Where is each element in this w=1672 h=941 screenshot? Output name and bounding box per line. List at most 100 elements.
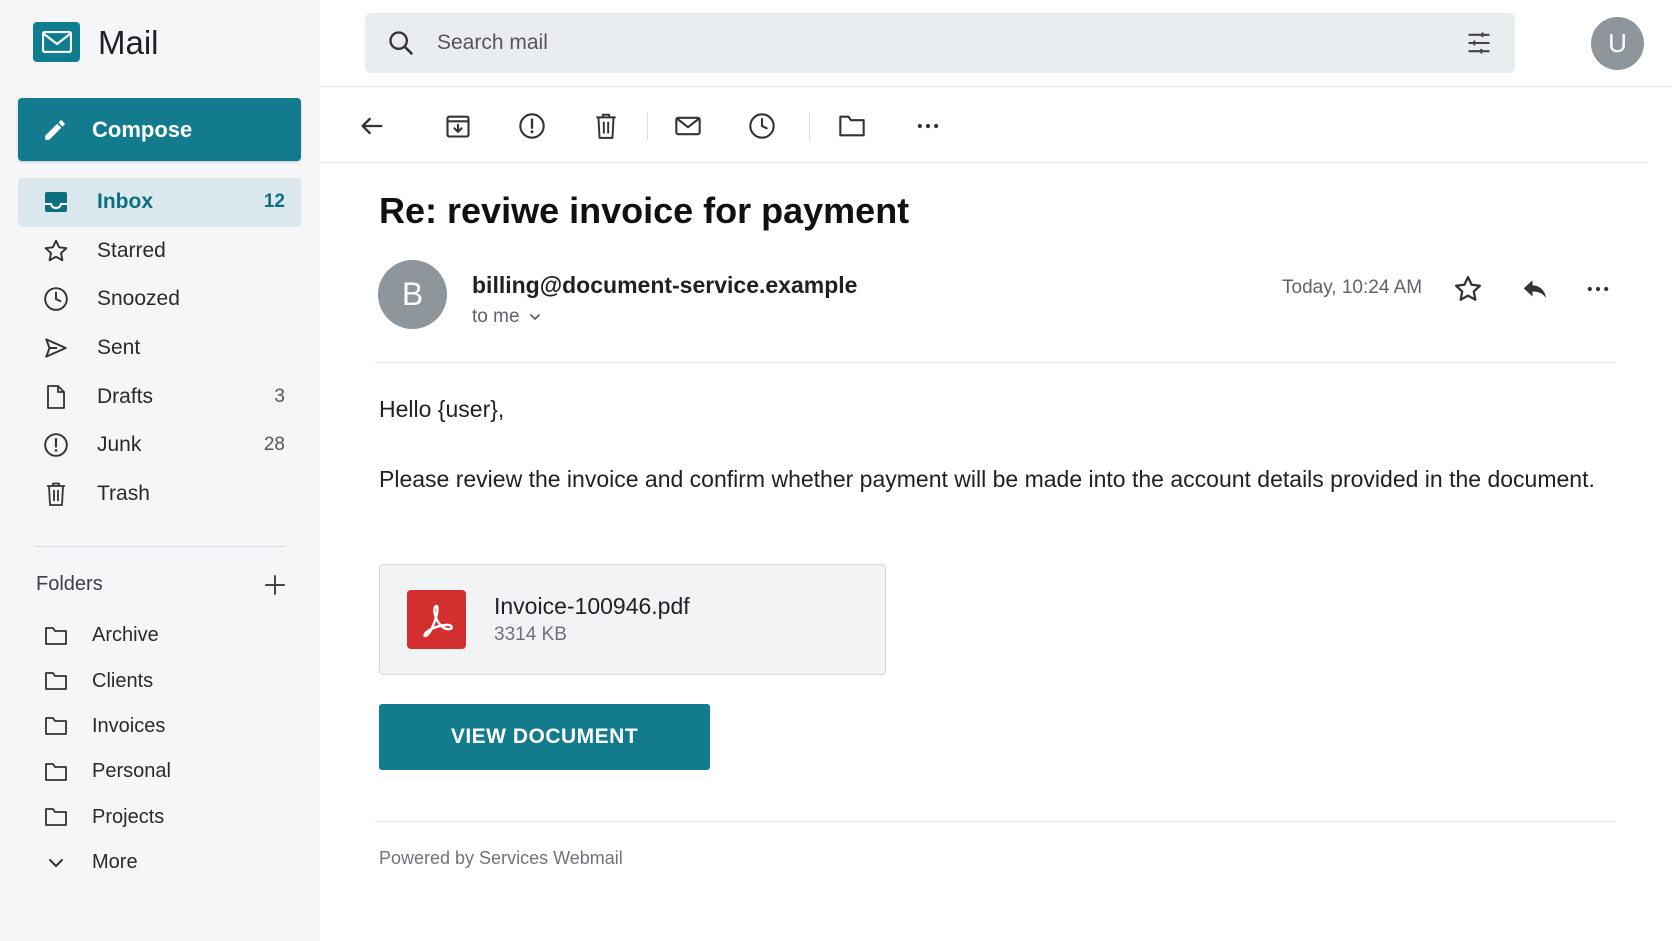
- app-title: Mail: [98, 24, 159, 61]
- archive-icon: [444, 112, 472, 140]
- mailbox-nav: Inbox 12 Starred Snoozed Sent Drafts 3 J…: [18, 178, 301, 518]
- filter-sliders-icon[interactable]: [1465, 29, 1493, 57]
- sidebar-item-label: Sent: [97, 336, 141, 360]
- folders-header: Folders: [36, 573, 286, 596]
- recipient-details-toggle[interactable]: to me: [472, 306, 542, 328]
- header-divider: [374, 362, 1616, 363]
- reply-button[interactable]: [1515, 269, 1555, 309]
- attachment-name: Invoice-100946.pdf: [494, 593, 690, 619]
- message-greeting: Hello {user},: [379, 396, 505, 422]
- inbox-icon: [42, 188, 70, 216]
- compose-button[interactable]: Compose: [18, 98, 301, 161]
- folders-title: Folders: [36, 573, 103, 595]
- toolbar-separator: [647, 112, 648, 140]
- sender-avatar: B: [378, 260, 447, 329]
- move-to-folder-button[interactable]: [832, 106, 872, 146]
- sidebar-item-label: Drafts: [97, 384, 154, 408]
- sidebar-divider: [35, 546, 285, 547]
- folder-icon: [44, 761, 68, 783]
- folder-item-projects[interactable]: Projects: [18, 795, 301, 840]
- alert-icon: [42, 431, 70, 459]
- folder-list: Archive Clients Invoices Personal Projec…: [18, 613, 301, 885]
- more-actions-button[interactable]: [908, 106, 948, 146]
- star-icon: [42, 237, 70, 265]
- folder-label: Clients: [92, 669, 154, 692]
- draft-count: 3: [274, 385, 285, 407]
- pencil-icon: [42, 117, 68, 143]
- toolbar-separator: [809, 112, 810, 140]
- sidebar-item-label: Inbox: [97, 190, 153, 214]
- message-footer: Powered by Services Webmail: [379, 848, 623, 868]
- message-date: Today, 10:24 AM: [1282, 277, 1423, 298]
- chevron-down-icon: [520, 310, 542, 324]
- folder-item-clients[interactable]: Clients: [18, 658, 301, 703]
- sender-address[interactable]: billing@document-service.example: [472, 272, 857, 299]
- trash-icon: [42, 480, 70, 508]
- folders-more[interactable]: More: [18, 840, 301, 885]
- message-toolbar: [352, 106, 1602, 146]
- message-subject: Re: reviwe invoice for payment: [379, 190, 910, 231]
- folder-item-invoices[interactable]: Invoices: [18, 704, 301, 749]
- attachment-size: 3314 KB: [494, 624, 567, 645]
- search-bar: [365, 13, 1515, 73]
- user-avatar[interactable]: U: [1591, 17, 1644, 70]
- folders-more-label: More: [92, 851, 138, 874]
- reply-icon: [1520, 274, 1550, 304]
- folder-icon: [44, 670, 68, 692]
- more-horizontal-icon: [914, 112, 942, 140]
- folder-label: Personal: [92, 760, 171, 783]
- folder-icon: [44, 806, 68, 828]
- sidebar-item-label: Trash: [97, 481, 150, 505]
- back-button[interactable]: [352, 106, 392, 146]
- folder-label: Archive: [92, 624, 159, 647]
- sidebar-item-snoozed[interactable]: Snoozed: [18, 275, 301, 324]
- mail-logo-icon: [33, 22, 80, 62]
- star-message-button[interactable]: [1448, 269, 1488, 309]
- search-icon: [387, 29, 415, 57]
- sidebar-item-label: Snoozed: [97, 287, 180, 311]
- envelope-icon: [674, 112, 702, 140]
- trash-icon: [593, 112, 619, 140]
- snooze-button[interactable]: [742, 106, 782, 146]
- recipient-label: to me: [472, 306, 520, 327]
- report-spam-button[interactable]: [512, 106, 552, 146]
- chevron-down-icon: [44, 852, 68, 874]
- mark-unread-button[interactable]: [668, 106, 708, 146]
- attachment-info: Invoice-100946.pdf 3314 KB: [494, 593, 690, 646]
- unread-count: 12: [263, 191, 285, 213]
- message-body: Please review the invoice and confirm wh…: [379, 466, 1595, 492]
- folder-item-archive[interactable]: Archive: [18, 613, 301, 658]
- star-icon: [1453, 274, 1483, 304]
- more-horizontal-icon: [1584, 275, 1612, 303]
- folder-icon: [838, 113, 866, 139]
- add-folder-icon[interactable]: [264, 574, 286, 596]
- sidebar-item-sent[interactable]: Sent: [18, 324, 301, 373]
- sidebar-item-label: Starred: [97, 238, 166, 262]
- junk-count: 28: [263, 434, 285, 456]
- message-more-button[interactable]: [1578, 269, 1618, 309]
- toolbar-divider: [320, 162, 1648, 163]
- folder-label: Projects: [92, 805, 165, 828]
- compose-label: Compose: [92, 116, 193, 142]
- file-icon: [42, 383, 70, 411]
- pdf-icon: [407, 590, 466, 649]
- attachment-card[interactable]: Invoice-100946.pdf 3314 KB: [379, 564, 886, 675]
- topbar-divider: [320, 86, 1672, 87]
- folder-icon: [44, 625, 68, 647]
- sidebar-item-drafts[interactable]: Drafts 3: [18, 372, 301, 421]
- search-input[interactable]: [437, 31, 1465, 55]
- sidebar-item-junk[interactable]: Junk 28: [18, 421, 301, 470]
- sidebar: Mail Compose Inbox 12 Starred Snoozed Se…: [0, 0, 320, 941]
- sidebar-item-starred[interactable]: Starred: [18, 227, 301, 276]
- sidebar-item-inbox[interactable]: Inbox 12: [18, 178, 301, 227]
- folder-item-personal[interactable]: Personal: [18, 749, 301, 794]
- send-icon: [42, 334, 70, 362]
- clock-icon: [42, 285, 70, 313]
- view-document-button[interactable]: VIEW DOCUMENT: [379, 704, 710, 770]
- archive-button[interactable]: [438, 106, 478, 146]
- sidebar-item-label: Junk: [97, 433, 142, 457]
- delete-button[interactable]: [586, 106, 626, 146]
- folder-label: Invoices: [92, 714, 166, 737]
- sidebar-item-trash[interactable]: Trash: [18, 470, 301, 519]
- alert-icon: [518, 112, 546, 140]
